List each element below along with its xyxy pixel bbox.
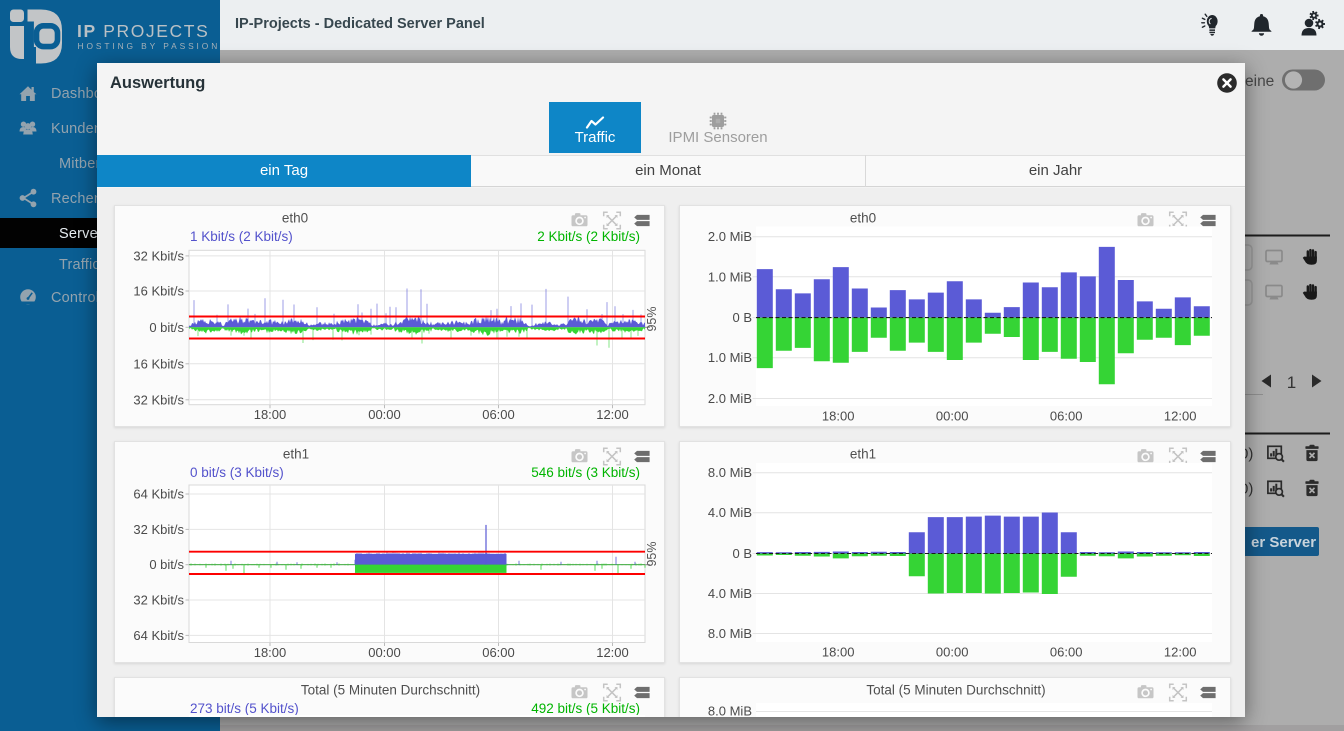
svg-text:Kunden: Kunden — [51, 121, 102, 137]
svg-text:32 Kbit/s: 32 Kbit/s — [133, 248, 184, 263]
svg-text:18:00: 18:00 — [254, 407, 287, 422]
svg-text:eth0: eth0 — [282, 211, 308, 226]
svg-text:00:00: 00:00 — [936, 409, 969, 424]
svg-text:1 Kbit/s (2 Kbit/s): 1 Kbit/s (2 Kbit/s) — [190, 229, 293, 244]
svg-text:1.0 MiB: 1.0 MiB — [708, 350, 752, 365]
svg-text:18:00: 18:00 — [822, 645, 855, 660]
svg-text:2 Kbit/s (2 Kbit/s): 2 Kbit/s (2 Kbit/s) — [537, 229, 640, 244]
svg-text:18:00: 18:00 — [254, 645, 287, 660]
svg-text:Total (5 Minuten Durchschnitt): Total (5 Minuten Durchschnitt) — [301, 683, 480, 698]
svg-text:8.0 MiB: 8.0 MiB — [708, 704, 752, 718]
svg-text:0 B: 0 B — [732, 310, 752, 325]
svg-text:00:00: 00:00 — [368, 407, 401, 422]
svg-text:4.0 MiB: 4.0 MiB — [708, 586, 752, 601]
svg-text:492 bit/s (5 Kbit/s): 492 bit/s (5 Kbit/s) — [531, 701, 640, 716]
svg-text:546 bit/s (3 Kbit/s): 546 bit/s (3 Kbit/s) — [531, 465, 640, 480]
svg-text:1.0 MiB: 1.0 MiB — [708, 269, 752, 284]
svg-text:eine: eine — [1245, 73, 1274, 90]
svg-text:4.0 MiB: 4.0 MiB — [708, 505, 752, 520]
svg-text:12:00: 12:00 — [1164, 409, 1197, 424]
svg-text:Total (5 Minuten Durchschnitt): Total (5 Minuten Durchschnitt) — [866, 683, 1045, 698]
svg-text:0 bit/s: 0 bit/s — [149, 557, 184, 572]
svg-text:95%: 95% — [645, 306, 659, 331]
svg-text:16 Kbit/s: 16 Kbit/s — [133, 284, 184, 299]
svg-text:12:00: 12:00 — [596, 645, 629, 660]
svg-text:95%: 95% — [645, 541, 659, 566]
svg-text:06:00: 06:00 — [482, 407, 515, 422]
svg-text:64 Kbit/s: 64 Kbit/s — [133, 487, 184, 502]
svg-text:0 bit/s: 0 bit/s — [149, 320, 184, 335]
svg-text:er Server: er Server — [1251, 534, 1316, 551]
svg-text:06:00: 06:00 — [1050, 409, 1083, 424]
svg-text:32 Kbit/s: 32 Kbit/s — [133, 392, 184, 407]
svg-text:eth0: eth0 — [850, 211, 876, 226]
svg-text:16 Kbit/s: 16 Kbit/s — [133, 356, 184, 371]
svg-text:00:00: 00:00 — [936, 645, 969, 660]
svg-text:64 Kbit/s: 64 Kbit/s — [133, 628, 184, 643]
svg-text:2.0 MiB: 2.0 MiB — [708, 391, 752, 406]
svg-text:8.0 MiB: 8.0 MiB — [708, 465, 752, 480]
svg-text:00:00: 00:00 — [368, 645, 401, 660]
svg-text:06:00: 06:00 — [1050, 645, 1083, 660]
svg-text:Traffic: Traffic — [59, 257, 100, 273]
svg-text:2.0 MiB: 2.0 MiB — [708, 229, 752, 244]
svg-text:eth1: eth1 — [283, 447, 309, 462]
svg-text:8.0 MiB: 8.0 MiB — [708, 626, 752, 641]
svg-text:273 bit/s (5 Kbit/s): 273 bit/s (5 Kbit/s) — [190, 701, 299, 716]
svg-text:06:00: 06:00 — [482, 645, 515, 660]
svg-text:IP PROJECTS: IP PROJECTS — [77, 21, 209, 41]
svg-text:12:00: 12:00 — [1164, 645, 1197, 660]
svg-text:1: 1 — [1287, 373, 1296, 392]
svg-text:12:00: 12:00 — [596, 407, 629, 422]
svg-text:18:00: 18:00 — [822, 409, 855, 424]
svg-text:0 B: 0 B — [732, 546, 752, 561]
svg-text:eth1: eth1 — [850, 447, 876, 462]
svg-text:HOSTING BY PASSION: HOSTING BY PASSION — [78, 41, 221, 51]
svg-text:32 Kbit/s: 32 Kbit/s — [133, 593, 184, 608]
svg-text:32 Kbit/s: 32 Kbit/s — [133, 522, 184, 537]
svg-text:0 bit/s (3 Kbit/s): 0 bit/s (3 Kbit/s) — [190, 465, 284, 480]
